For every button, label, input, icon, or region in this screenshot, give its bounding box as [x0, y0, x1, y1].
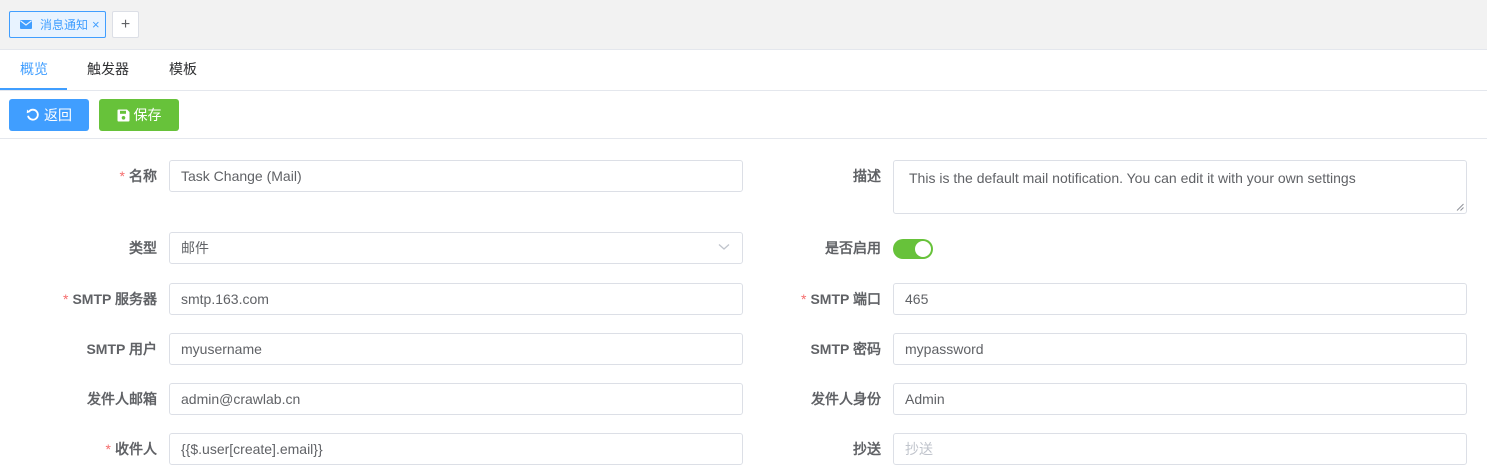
save-button[interactable]: 保存 — [99, 99, 179, 131]
tab-notifications[interactable]: 消息通知 × — [9, 11, 106, 38]
sender-email-input[interactable]: admin@crawlab.cn — [169, 383, 743, 415]
toolbar: 返回 保存 — [0, 91, 1487, 139]
type-select[interactable]: 邮件 — [169, 232, 743, 264]
smtp-password-input[interactable]: mypassword — [893, 333, 1467, 365]
smtp-port-label: * SMTP 端口 — [801, 291, 881, 307]
undo-icon — [26, 108, 39, 121]
description-textarea[interactable]: This is the default mail notification. Y… — [893, 160, 1467, 214]
smtp-port-input[interactable]: 465 — [893, 283, 1467, 315]
smtp-user-input[interactable]: myusername — [169, 333, 743, 365]
tab-triggers[interactable]: 触发器 — [87, 50, 129, 90]
description-label: 描述 — [853, 168, 881, 184]
chevron-down-icon — [718, 244, 730, 250]
type-label: 类型 — [129, 240, 157, 256]
floppy-disk-icon — [117, 109, 129, 121]
tab-templates[interactable]: 模板 — [169, 50, 197, 90]
tab-overview[interactable]: 概览 — [20, 50, 48, 90]
smtp-user-label: SMTP 用户 — [86, 341, 157, 357]
enabled-toggle[interactable] — [893, 239, 933, 259]
sub-navigation: 概览 触发器 模板 — [0, 50, 1487, 91]
smtp-server-input[interactable]: smtp.163.com — [169, 283, 743, 315]
sender-identity-label: 发件人身份 — [811, 391, 881, 407]
recipients-label: * 收件人 — [105, 441, 157, 457]
description-text: This is the default mail notification. Y… — [909, 170, 1356, 186]
toggle-knob — [915, 241, 931, 257]
tab-label: 消息通知 — [40, 18, 89, 32]
sender-email-label: 发件人邮箱 — [87, 391, 157, 407]
mail-icon — [20, 20, 32, 29]
name-label: * 名称 — [119, 168, 157, 184]
smtp-server-label: * SMTP 服务器 — [63, 291, 157, 307]
tab-bar: 消息通知 × + — [0, 0, 1487, 50]
smtp-password-label: SMTP 密码 — [810, 341, 881, 357]
cc-label: 抄送 — [853, 441, 881, 457]
cc-input[interactable]: 抄送 — [893, 433, 1467, 465]
recipients-input[interactable]: {{$.user[create].email}} — [169, 433, 743, 465]
type-select-value: 邮件 — [181, 240, 209, 256]
back-button-label: 返回 — [44, 107, 72, 123]
add-tab-button[interactable]: + — [112, 11, 139, 38]
sender-identity-input[interactable]: Admin — [893, 383, 1467, 415]
close-icon[interactable]: × — [92, 17, 100, 32]
enabled-label: 是否启用 — [825, 240, 881, 256]
name-input[interactable]: Task Change (Mail) — [169, 160, 743, 192]
active-tab-indicator — [0, 88, 67, 90]
resize-handle-icon[interactable] — [1456, 203, 1464, 211]
back-button[interactable]: 返回 — [9, 99, 89, 131]
save-button-label: 保存 — [133, 107, 162, 123]
